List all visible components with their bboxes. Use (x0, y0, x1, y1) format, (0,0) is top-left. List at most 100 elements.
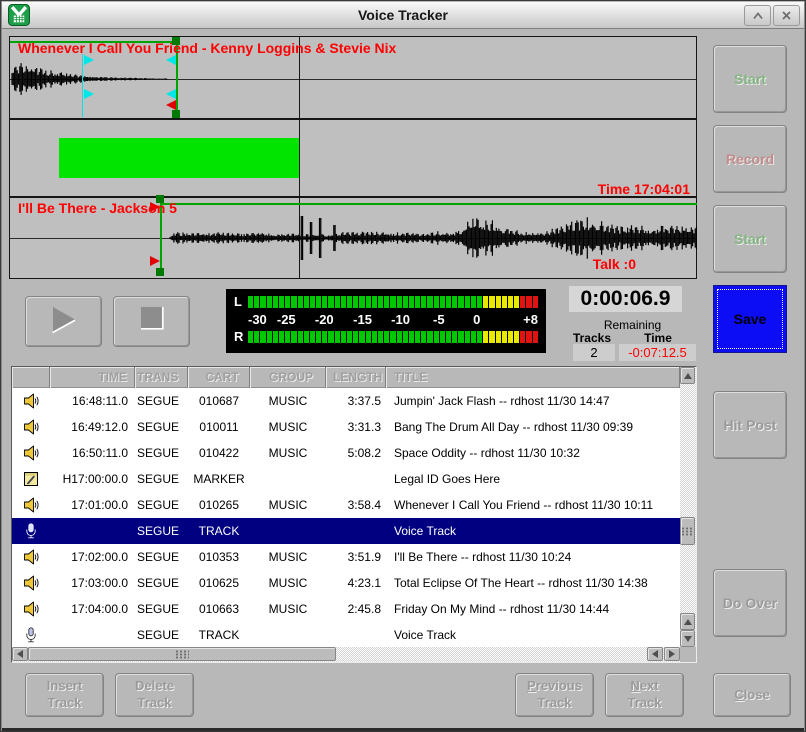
log-header-group[interactable]: GROUP (250, 367, 326, 388)
meter-segment (397, 331, 402, 343)
meter-segment (458, 331, 463, 343)
cell-length: 2:45.8 (326, 602, 386, 616)
log-header-icon-col[interactable] (12, 367, 50, 388)
record-button[interactable]: Record (713, 125, 787, 193)
titlebar: Voice Tracker (2, 2, 804, 29)
shade-window-button[interactable] (744, 5, 771, 26)
close-button[interactable]: Close (713, 673, 791, 717)
fade-marker-arrow[interactable] (84, 55, 94, 65)
fade-marker-arrow[interactable] (84, 89, 94, 99)
meter-segment (260, 296, 265, 308)
log-row[interactable]: 16:50:11.0SEGUE010422MUSIC5:08.2Space Od… (12, 440, 680, 466)
meter-segment (471, 331, 476, 343)
log-row[interactable]: SEGUETRACKVoice Track (12, 518, 680, 544)
meter-segment (304, 296, 309, 308)
next-track-button[interactable]: Next Track (605, 673, 684, 717)
insert-track-button[interactable]: Insert Track (25, 673, 104, 717)
play-button[interactable] (25, 296, 102, 347)
meter-segment (384, 331, 389, 343)
scroll-down-button[interactable] (680, 630, 695, 647)
meter-segment (496, 331, 501, 343)
log-row[interactable]: H17:00:00.0SEGUEMARKERLegal ID Goes Here (12, 466, 680, 492)
cell-cart: 010265 (188, 498, 250, 512)
start-track1-button[interactable]: Start (713, 45, 787, 113)
start-track3-button[interactable]: Start (713, 205, 787, 273)
meter-scale-label: -15 (353, 312, 372, 327)
speaker-icon (12, 575, 50, 591)
meter-segment (279, 331, 284, 343)
cell-title: Total Eclipse Of The Heart -- rdhost 11/… (386, 576, 680, 590)
do-over-button[interactable]: Do Over (713, 569, 787, 637)
log-header-length[interactable]: LENGTH (326, 367, 386, 388)
meter-segment (514, 296, 519, 308)
log-header-cart[interactable]: CART (188, 367, 250, 388)
log-header-time[interactable]: TIME (50, 367, 135, 388)
meter-segment (390, 331, 395, 343)
meter-segment (496, 296, 501, 308)
meter-scale: -30-25-20-15-10-50+8 (248, 310, 538, 328)
scroll-left-button[interactable] (12, 647, 28, 661)
microphone-icon (12, 627, 50, 643)
waveform-display[interactable]: Whenever I Call You Friend - Kenny Loggi… (9, 36, 697, 279)
elapsed-time-display: 0:00:06.9 (569, 286, 682, 312)
log-header[interactable]: TIMETRANSCARTGROUPLENGTHTITLE (12, 367, 680, 388)
meter-segment (483, 331, 488, 343)
track1-end-arrow[interactable] (166, 100, 176, 110)
track1-marker-handle-bottom[interactable] (172, 110, 180, 118)
speaker-icon (12, 419, 50, 435)
meter-segment (279, 296, 284, 308)
cell-title: Legal ID Goes Here (386, 472, 680, 486)
cell-title: Whenever I Call You Friend -- rdhost 11/… (386, 498, 680, 512)
vertical-scrollbar[interactable] (680, 367, 696, 647)
cell-trans: SEGUE (135, 472, 188, 486)
horizontal-scrollbar[interactable] (12, 647, 680, 662)
track3-marker-handle-bottom[interactable] (156, 268, 164, 276)
log-row[interactable]: 17:04:00.0SEGUE010663MUSIC2:45.8Friday O… (12, 596, 680, 622)
meter-segment (267, 296, 272, 308)
previous-track-button[interactable]: Previous Track (515, 673, 594, 717)
cell-length: 3:51.9 (326, 550, 386, 564)
track3-start-arrow[interactable] (150, 256, 160, 266)
log-row[interactable]: SEGUETRACKVoice Track (12, 622, 680, 647)
cell-trans: SEGUE (135, 576, 188, 590)
log-header-title[interactable]: TITLE (386, 367, 680, 388)
meter-segment (347, 331, 352, 343)
horizontal-scroll-thumb[interactable] (28, 647, 336, 661)
cell-time: 17:03:00.0 (50, 576, 135, 590)
hit-post-button[interactable]: Hit Post (713, 391, 787, 459)
scroll-up-button2[interactable] (680, 613, 695, 630)
voice-track-block[interactable] (59, 138, 299, 178)
stop-button[interactable] (113, 296, 190, 347)
log-row[interactable]: 17:01:00.0SEGUE010265MUSIC3:58.4Whenever… (12, 492, 680, 518)
log-row[interactable]: 16:49:12.0SEGUE010011MUSIC3:31.3Bang The… (12, 414, 680, 440)
vertical-scroll-thumb[interactable] (680, 517, 695, 545)
log-body: 16:48:11.0SEGUE010687MUSIC3:37.5Jumpin' … (12, 388, 680, 647)
meter-segment (427, 331, 432, 343)
scroll-left-button2[interactable] (647, 647, 663, 661)
meter-segment (304, 331, 309, 343)
meter-scale-label: -30 (248, 312, 267, 327)
log-header-trans[interactable]: TRANS (135, 367, 188, 388)
cell-time: 17:02:00.0 (50, 550, 135, 564)
speaker-icon (12, 601, 50, 617)
fade-marker-arrow[interactable] (166, 89, 176, 99)
scroll-right-button[interactable] (664, 647, 680, 661)
close-window-button[interactable] (773, 5, 800, 26)
fade-marker-arrow[interactable] (166, 55, 176, 65)
meter-segment (526, 296, 531, 308)
meter-segment (366, 296, 371, 308)
save-button[interactable]: Save (713, 285, 787, 353)
track1-fadedown-marker-line[interactable] (82, 54, 83, 117)
meter-segment (421, 331, 426, 343)
meter-segment (273, 296, 278, 308)
cell-time: 17:04:00.0 (50, 602, 135, 616)
log-row[interactable]: 16:48:11.0SEGUE010687MUSIC3:37.5Jumpin' … (12, 388, 680, 414)
cell-title: Friday On My Mind -- rdhost 11/30 14:44 (386, 602, 680, 616)
cell-time: 17:01:00.0 (50, 498, 135, 512)
meter-scale-label: -5 (433, 312, 445, 327)
log-row[interactable]: 17:02:00.0SEGUE010353MUSIC3:51.9I'll Be … (12, 544, 680, 570)
delete-track-button[interactable]: Delete Track (115, 673, 194, 717)
log-row[interactable]: 17:03:00.0SEGUE010625MUSIC4:23.1Total Ec… (12, 570, 680, 596)
meter-segment (446, 331, 451, 343)
scroll-up-button[interactable] (680, 367, 695, 384)
